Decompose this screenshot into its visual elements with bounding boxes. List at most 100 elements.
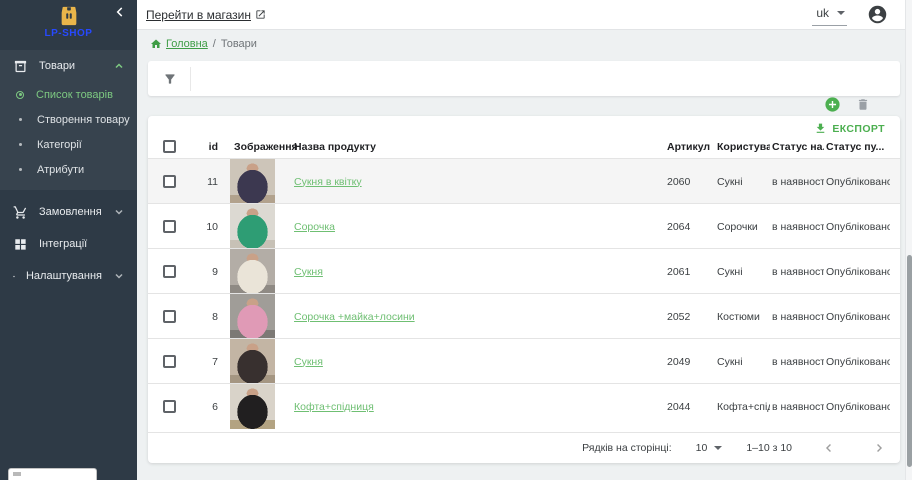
chevron-left-icon — [822, 441, 836, 455]
delete-button[interactable] — [856, 97, 870, 112]
cell-category: Сукні — [715, 266, 770, 278]
product-image — [230, 249, 275, 294]
cell-id: 6 — [190, 401, 222, 413]
cell-id: 10 — [190, 221, 222, 233]
cell-publish-status: Опубліковано — [824, 221, 890, 233]
row-checkbox[interactable] — [163, 400, 176, 413]
plus-circle-icon — [824, 96, 841, 113]
export-button[interactable]: ЕКСПОРТ — [814, 122, 885, 135]
sidebar-item-label: Замовлення — [39, 206, 102, 218]
sidebar-subitem-label: Створення товару — [37, 114, 130, 126]
product-image — [230, 294, 275, 339]
cell-name: Сорочка — [282, 221, 665, 233]
language-select[interactable]: uk — [812, 3, 847, 26]
cell-name: Сорочка +майка+лосини — [282, 311, 665, 323]
sidebar-item-label: Налаштування — [26, 270, 102, 282]
sidebar-item-orders[interactable]: Замовлення — [0, 196, 137, 228]
admin-app: LP-SHOP Товари Список товарів Створення — [0, 0, 912, 480]
cell-sku: 2044 — [665, 401, 715, 413]
product-link[interactable]: Кофта+спідниця — [294, 401, 374, 413]
chevron-down-icon — [113, 206, 125, 218]
chevron-down-icon — [113, 270, 125, 282]
cell-sku: 2064 — [665, 221, 715, 233]
table-row: 8 Сорочка +майка+лосини 2052 Костюми в н… — [148, 293, 900, 338]
sidebar-item-products[interactable]: Товари — [0, 50, 137, 82]
table-row: 11 Сукня в квітку 2060 Сукні в наявності… — [148, 158, 900, 203]
page-scrollbar[interactable] — [905, 0, 912, 480]
filter-funnel-icon — [163, 72, 177, 86]
breadcrumb-home-link[interactable]: Головна — [150, 38, 208, 50]
external-link-icon — [255, 9, 266, 20]
column-stock-status: Статус на... — [770, 141, 824, 153]
scrollbar-thumb[interactable] — [907, 255, 912, 467]
cell-image — [222, 249, 282, 294]
breadcrumb: Головна / Товари — [137, 30, 902, 57]
caret-down-icon — [837, 11, 845, 15]
radio-bullet-icon — [16, 91, 24, 99]
home-icon — [150, 38, 162, 50]
cell-image — [222, 204, 282, 249]
cell-category: Сорочки — [715, 221, 770, 233]
row-checkbox[interactable] — [163, 265, 176, 278]
products-box-icon — [13, 59, 28, 74]
product-image — [230, 159, 275, 204]
sidebar-item-attributes[interactable]: Атрибути — [0, 157, 137, 182]
cell-image — [222, 159, 282, 204]
row-checkbox[interactable] — [163, 310, 176, 323]
filter-divider — [190, 67, 191, 91]
go-to-store-link[interactable]: Перейти в магазин — [146, 8, 266, 22]
sidebar-collapse-button[interactable] — [112, 5, 128, 21]
table-row: 9 Сукня 2061 Сукні в наявності Опубліков… — [148, 248, 900, 293]
sidebar-subitem-label: Категорії — [37, 139, 82, 151]
account-button[interactable] — [867, 4, 888, 25]
previous-page-button[interactable] — [816, 441, 842, 455]
cell-publish-status: Опубліковано — [824, 401, 890, 413]
row-checkbox[interactable] — [163, 220, 176, 233]
cart-icon — [13, 205, 28, 220]
add-product-button[interactable] — [824, 96, 841, 113]
row-checkbox[interactable] — [163, 175, 176, 188]
sidebar-item-label: Товари — [39, 60, 75, 72]
cell-category: Сукні — [715, 176, 770, 188]
product-image — [230, 204, 275, 249]
next-page-button[interactable] — [866, 441, 892, 455]
cell-id: 8 — [190, 311, 222, 323]
table-header-row: id Зображення Назва продукту Артикул Кор… — [148, 135, 900, 158]
select-all-checkbox[interactable] — [163, 140, 176, 153]
product-link[interactable]: Сукня — [294, 356, 323, 368]
cell-stock-status: в наявності — [770, 311, 824, 323]
filter-bar — [148, 61, 900, 96]
sidebar-item-categories[interactable]: Категорії — [0, 132, 137, 157]
cell-sku: 2049 — [665, 356, 715, 368]
rows-per-page-value: 10 — [696, 442, 708, 454]
sidebar-item-product-create[interactable]: Створення товару — [0, 107, 137, 132]
cell-publish-status: Опубліковано — [824, 356, 890, 368]
sidebar-item-integrations[interactable]: Інтеграції — [0, 228, 137, 260]
topbar: Перейти в магазин uk — [137, 0, 912, 30]
rows-per-page-select[interactable]: 10 — [696, 442, 723, 454]
pagination-range: 1–10 з 10 — [746, 442, 792, 454]
sidebar-item-settings[interactable]: Налаштування — [0, 260, 137, 292]
trash-icon — [856, 97, 870, 112]
sidebar-header: LP-SHOP — [0, 0, 137, 48]
cell-name: Сукня — [282, 266, 665, 278]
product-link[interactable]: Сорочка — [294, 221, 335, 233]
dot-bullet-icon — [19, 143, 22, 146]
cell-id: 7 — [190, 356, 222, 368]
sidebar-subitem-label: Атрибути — [37, 164, 84, 176]
pagination: Рядків на сторінці: 10 1–10 з 10 — [148, 432, 900, 463]
product-link[interactable]: Сорочка +майка+лосини — [294, 311, 415, 323]
product-link[interactable]: Сукня — [294, 266, 323, 278]
product-link[interactable]: Сукня в квітку — [294, 176, 362, 188]
breadcrumb-home-label: Головна — [166, 38, 208, 50]
filter-button[interactable] — [163, 72, 177, 86]
cell-publish-status: Опубліковано — [824, 311, 890, 323]
sidebar-item-product-list[interactable]: Список товарів — [0, 82, 137, 107]
row-checkbox[interactable] — [163, 355, 176, 368]
table-row: 10 Сорочка 2064 Сорочки в наявності Опуб… — [148, 203, 900, 248]
rows-per-page-label: Рядків на сторінці: — [582, 442, 671, 454]
shop-bag-logo-icon — [58, 5, 80, 27]
store-link-label: Перейти в магазин — [146, 8, 251, 22]
cell-image — [222, 384, 282, 429]
cell-stock-status: в наявності — [770, 266, 824, 278]
